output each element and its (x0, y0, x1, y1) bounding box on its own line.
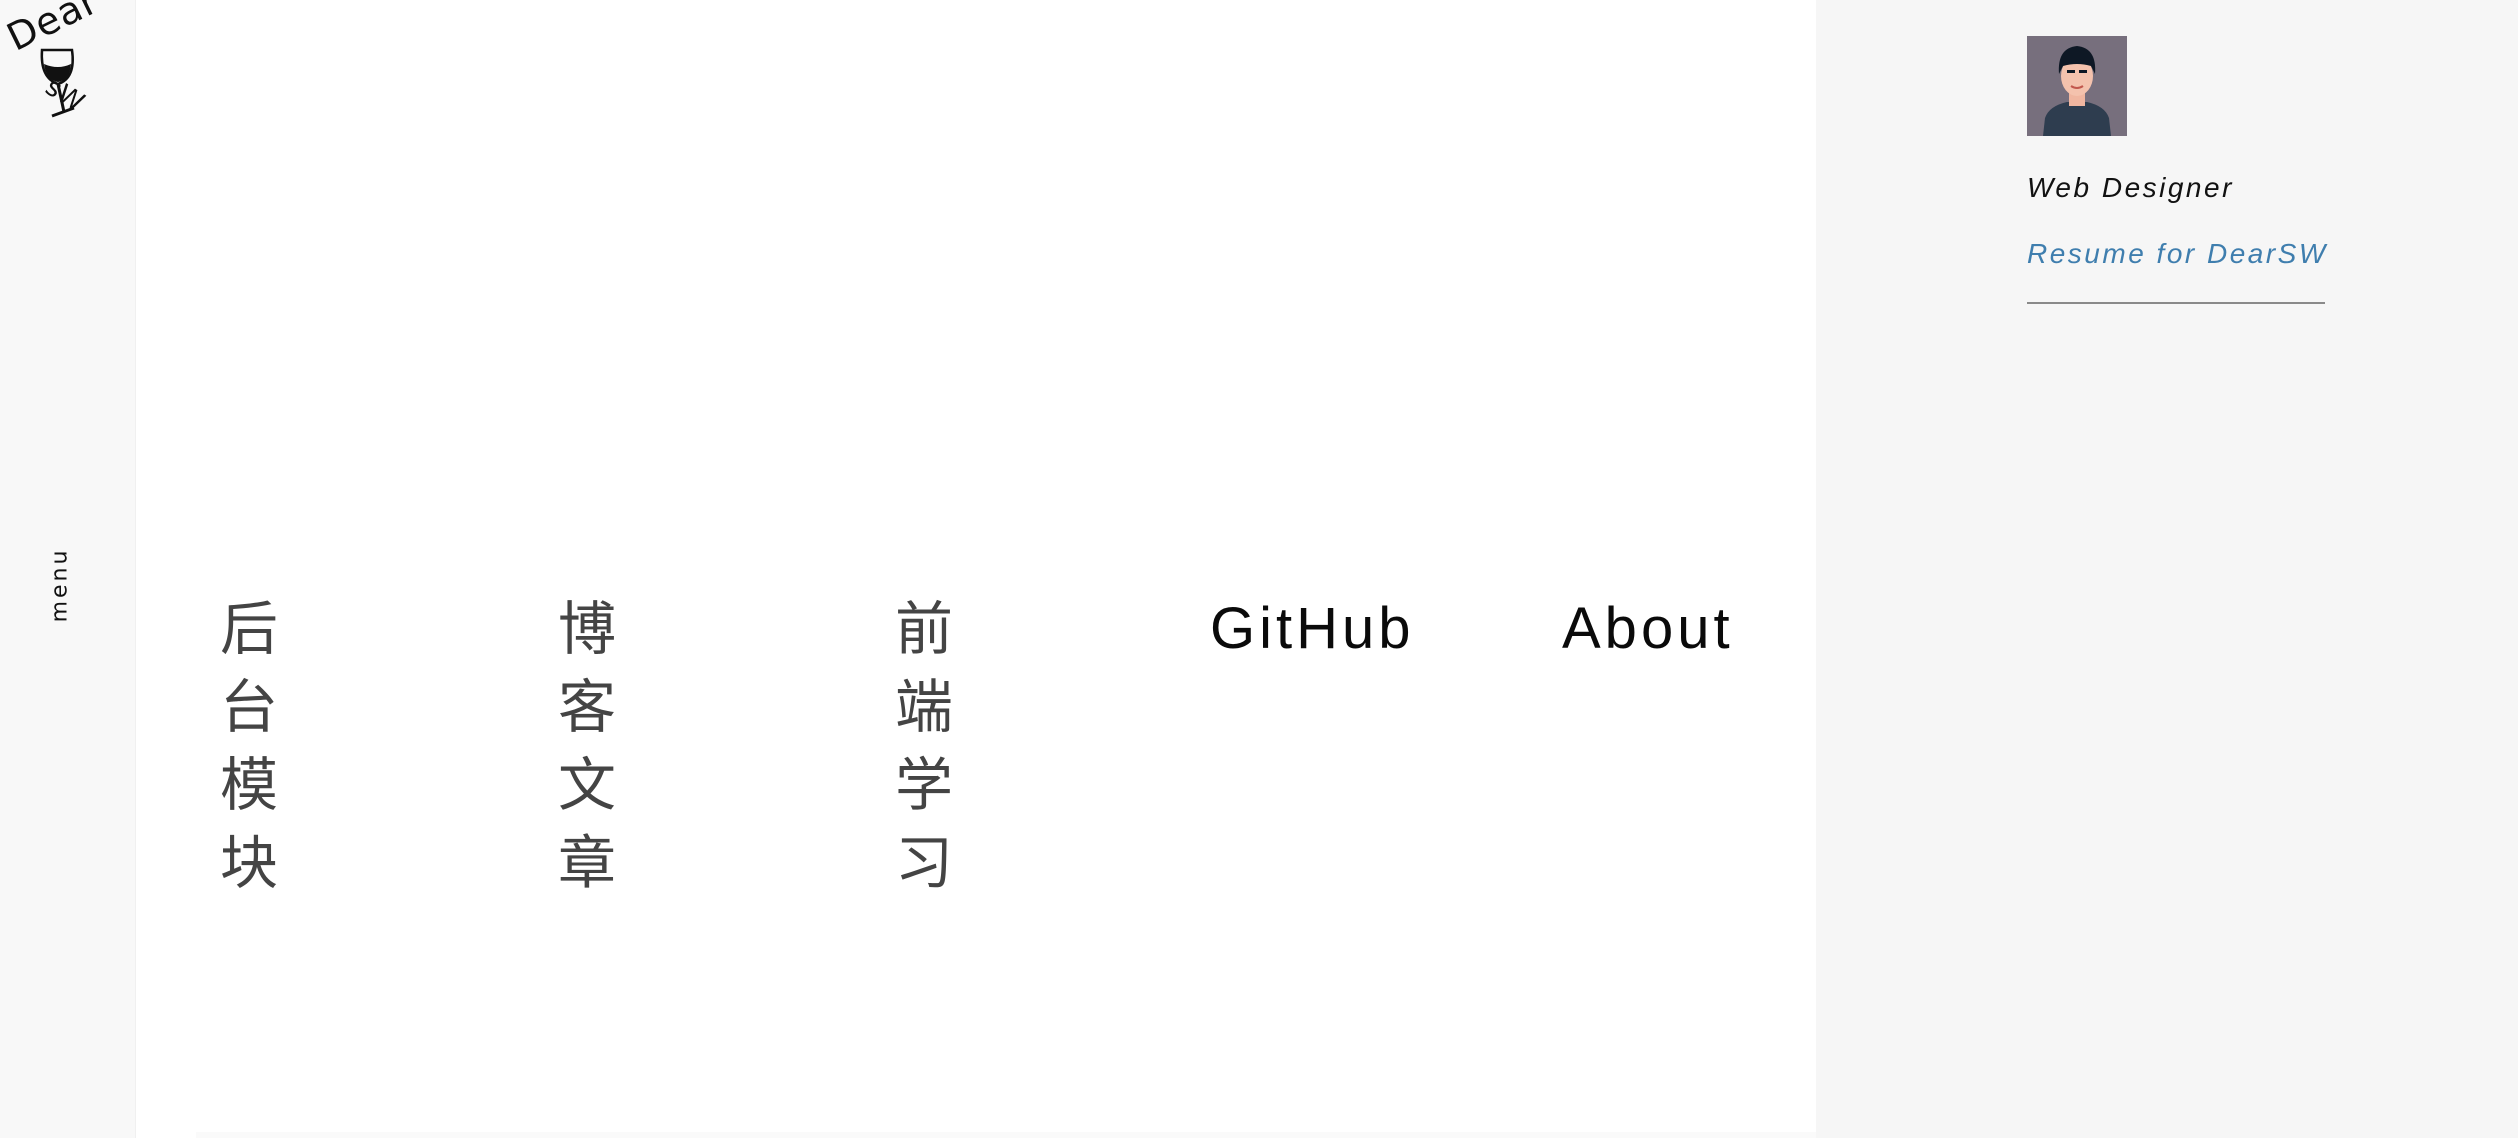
footer-shade (196, 1132, 1816, 1138)
main-nav: 后台模块 博客文章 前端学习 GitHub About (220, 590, 1800, 897)
main-content: 后台模块 博客文章 前端学习 GitHub About (136, 0, 1816, 1138)
site-logo[interactable]: Dear sW (0, 0, 110, 130)
nav-item-blog-articles[interactable]: 博客文章 (558, 590, 678, 902)
page: Dear sW menu 后台模块 博客文章 前端学习 GitHub About (0, 0, 2518, 1138)
menu-toggle-button[interactable]: menu (44, 540, 76, 630)
menu-label: menu (47, 547, 73, 623)
avatar (2027, 36, 2127, 136)
avatar-illustration (2027, 36, 2127, 136)
nav-item-github[interactable]: GitHub (1210, 590, 1415, 668)
divider (2027, 302, 2325, 304)
resume-link[interactable]: Resume for DearSW (2027, 238, 2328, 270)
profile-panel: Web Designer Resume for DearSW (1816, 0, 2518, 1138)
nav-item-frontend-learning[interactable]: 前端学习 (895, 590, 1015, 902)
nav-item-backend-modules[interactable]: 后台模块 (220, 590, 340, 902)
nav-item-about[interactable]: About (1562, 590, 1734, 668)
profile-role: Web Designer (2027, 172, 2234, 203)
left-rail: Dear sW menu (0, 0, 136, 1138)
